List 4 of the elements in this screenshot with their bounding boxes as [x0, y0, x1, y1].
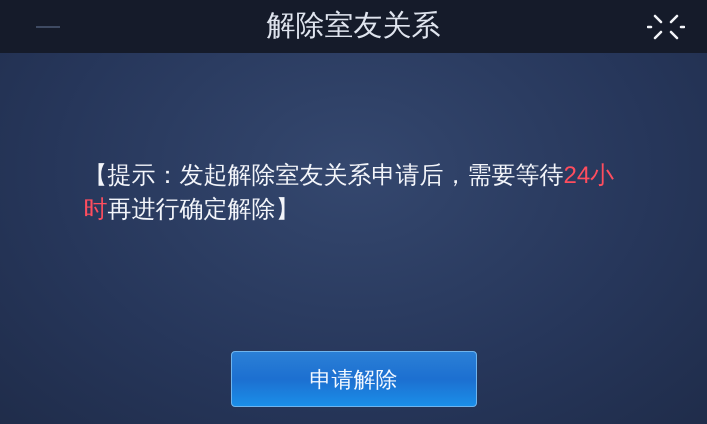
window-title: 解除室友关系	[266, 8, 440, 44]
apply-button[interactable]: 申请解除	[230, 351, 476, 407]
close-icon[interactable]	[647, 12, 685, 42]
notice-text: 【提示：发起解除室友关系申请后，需要等待24小时再进行确定解除】	[84, 161, 616, 225]
